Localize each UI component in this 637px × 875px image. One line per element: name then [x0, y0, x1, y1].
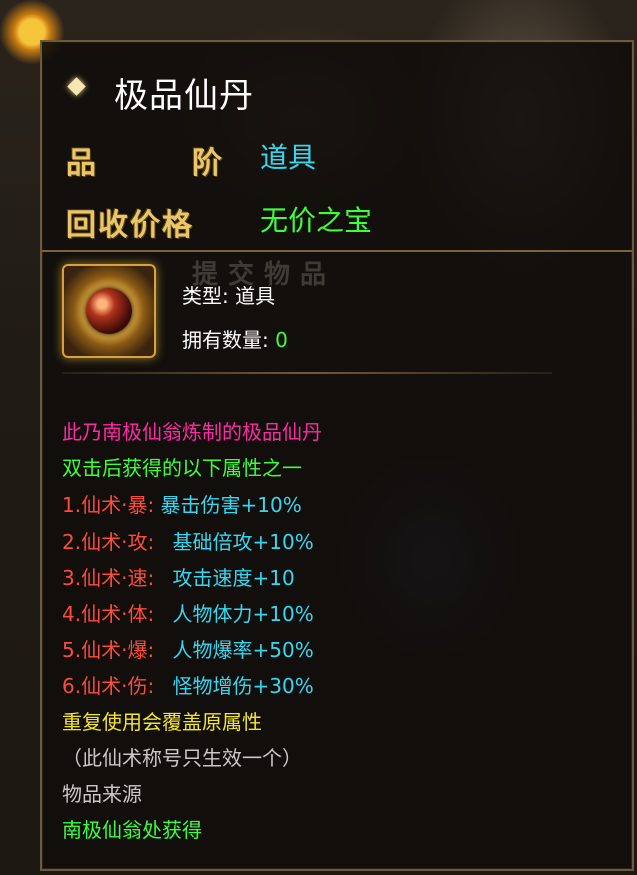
attribute-name: 2.仙术·攻:: [62, 530, 155, 554]
recycle-price-label: 回收价格: [66, 208, 194, 243]
attribute-name: 1.仙术·暴:: [62, 493, 155, 517]
source-value: 南极仙翁处获得: [62, 818, 202, 842]
elixir-icon: [62, 264, 156, 358]
count-value: 0: [275, 328, 288, 352]
attribute-line: 5.仙术·爆: 人物爆率+50%: [62, 638, 314, 662]
attribute-line: 3.仙术·速: 攻击速度+10: [62, 566, 295, 590]
grade-value: 道具: [260, 141, 317, 174]
owned-count: 拥有数量: 0: [182, 324, 288, 353]
type-value: 道具: [235, 284, 276, 308]
grade-label-1: 品: [66, 146, 96, 181]
type-label: 类型:: [182, 284, 229, 308]
grade-label-2: 阶: [192, 146, 222, 181]
attribute-line: 2.仙术·攻: 基础倍攻+10%: [62, 530, 314, 554]
recycle-price-value: 无价之宝: [260, 204, 373, 237]
attribute-effect: 怪物增伤+30%: [172, 674, 314, 698]
attribute-effect: 攻击速度+10: [172, 566, 295, 590]
description-line-2: 双击后获得的以下属性之一: [62, 456, 302, 480]
description-line-1: 此乃南极仙翁炼制的极品仙丹: [62, 420, 322, 444]
source-label: 物品来源: [62, 782, 142, 806]
item-type: 类型: 道具: [182, 280, 275, 309]
diamond-icon: [67, 77, 86, 96]
attribute-effect: 暴击伤害+10%: [160, 493, 302, 517]
item-tooltip-panel: 极品仙丹 品 阶 道具 回收价格 无价之宝 提交物品 类型: 道具 拥有数量: …: [40, 40, 634, 871]
divider: [62, 372, 552, 374]
attribute-effect: 人物爆率+50%: [172, 638, 314, 662]
attribute-line: 1.仙术·暴: 暴击伤害+10%: [62, 493, 302, 517]
count-label: 拥有数量:: [182, 328, 269, 352]
attribute-name: 4.仙术·体:: [62, 602, 155, 626]
attribute-name: 6.仙术·伤:: [62, 674, 155, 698]
attribute-effect: 人物体力+10%: [172, 602, 314, 626]
title-note: （此仙术称号只生效一个）: [62, 746, 302, 770]
overwrite-note: 重复使用会覆盖原属性: [62, 710, 262, 734]
attribute-line: 4.仙术·体: 人物体力+10%: [62, 602, 314, 626]
attribute-name: 5.仙术·爆:: [62, 638, 155, 662]
attribute-name: 3.仙术·速:: [62, 566, 155, 590]
item-title: 极品仙丹: [114, 76, 254, 116]
attribute-line: 6.仙术·伤: 怪物增伤+30%: [62, 674, 314, 698]
attribute-effect: 基础倍攻+10%: [172, 530, 314, 554]
tooltip-header: 极品仙丹 品 阶 道具 回收价格 无价之宝: [42, 42, 632, 252]
